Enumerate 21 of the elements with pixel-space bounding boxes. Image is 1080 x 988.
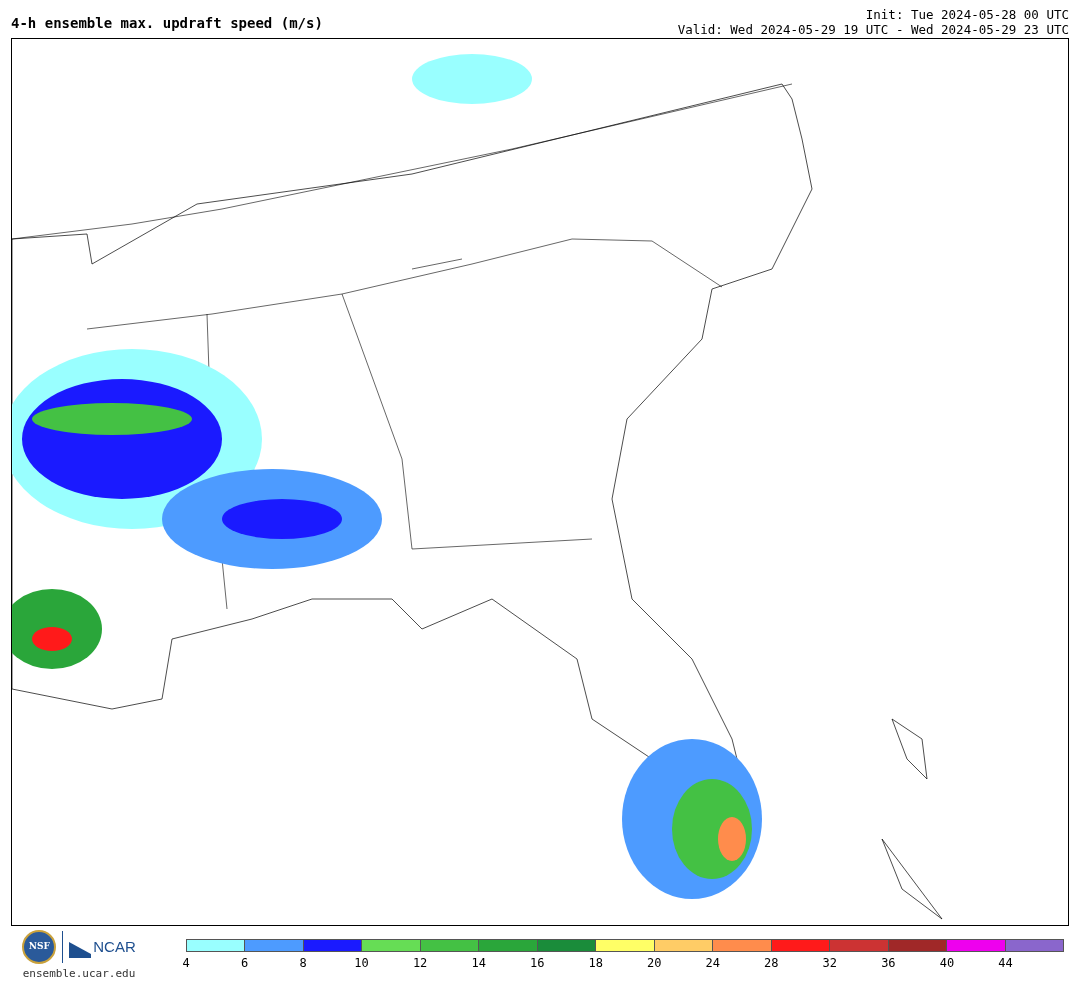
tick-label: 28 <box>764 955 779 972</box>
tick-label: 10 <box>354 955 369 972</box>
website-url: ensemble.ucar.edu <box>22 966 136 982</box>
tick-label: 24 <box>705 955 720 972</box>
tick-label: 32 <box>822 955 838 972</box>
tick-label: 20 <box>647 955 662 972</box>
tick-label: 4 <box>182 955 190 972</box>
tick-label: 14 <box>471 955 486 972</box>
tick-label: 16 <box>529 955 545 972</box>
chart-title: 4-h ensemble max. updraft speed (m/s) <box>11 14 323 33</box>
tick-label: 12 <box>412 955 428 972</box>
tick-label: 18 <box>588 955 603 972</box>
tick-label: 44 <box>998 955 1013 972</box>
init-time: Init: Tue 2024-05-28 00 UTC <box>865 7 1069 22</box>
tick-label: 8 <box>299 955 307 972</box>
ncar-logo: NCAR <box>69 935 136 959</box>
tick-label: 36 <box>881 955 896 972</box>
tick-label: 6 <box>240 955 249 972</box>
tick-label: 40 <box>939 955 955 972</box>
valid-time: Valid: Wed 2024-05-29 19 UTC - Wed 2024-05-29 23 UTC <box>677 22 1069 37</box>
nsf-logo: NSF <box>22 930 57 964</box>
